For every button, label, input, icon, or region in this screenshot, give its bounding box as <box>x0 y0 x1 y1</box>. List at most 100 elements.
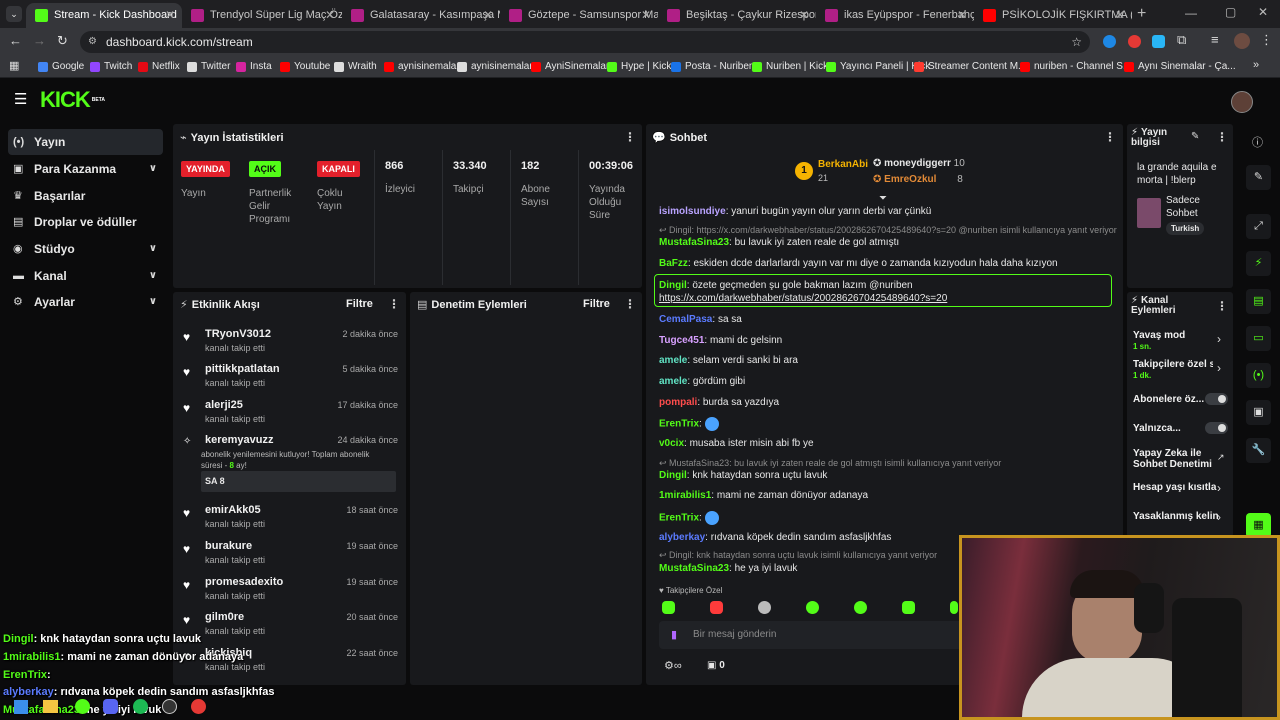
banned-words-setting[interactable]: Yasaklanmış kelin <box>1133 511 1219 522</box>
tab-besiktas[interactable]: Beşiktaş - Çaykur Rizespor Maç Özeti✕ <box>658 3 816 28</box>
slow-mode-setting[interactable]: Yavaş mod <box>1133 330 1185 341</box>
new-tab-button[interactable]: + <box>1137 5 1146 23</box>
chat-tool-button[interactable]: ▭ <box>1246 326 1271 351</box>
bookmark-item[interactable]: Twitch <box>90 59 132 75</box>
browser-menu-icon[interactable]: ⋮ <box>1260 32 1273 48</box>
bolt-tool-button[interactable]: ⚡ <box>1246 251 1271 276</box>
close-icon[interactable]: ✕ <box>1115 3 1125 28</box>
url-bar[interactable]: ⚙ dashboard.kick.com/stream ☆ <box>80 31 1090 53</box>
user-avatar[interactable] <box>1231 91 1253 113</box>
extension-icon[interactable] <box>1152 35 1165 48</box>
chat-username[interactable]: isimolsundiye <box>659 206 726 217</box>
bookmark-item[interactable]: Netflix <box>138 59 180 75</box>
sidebar-item-kanal[interactable]: ▬ Kanal ∨ <box>8 263 163 289</box>
activity-username[interactable]: burakure <box>205 540 252 552</box>
chat-message-input[interactable]: ▮ Bir mesaj gönderin <box>659 621 959 649</box>
close-icon[interactable]: ✕ <box>799 3 809 28</box>
chat-username[interactable]: pompali <box>659 397 697 408</box>
chat-message[interactable]: CemalPasa: sa sa <box>659 314 742 325</box>
close-icon[interactable]: ✕ <box>641 3 651 28</box>
activity-username[interactable]: promesadexito <box>205 576 283 588</box>
more-options-icon[interactable]: ⋮ <box>1104 130 1116 144</box>
bookmarks-overflow-icon[interactable]: » <box>1253 59 1259 71</box>
category-name[interactable]: Sadece Sohbet <box>1166 194 1226 220</box>
chat-username[interactable]: Tugce451 <box>659 335 704 346</box>
bookmark-item[interactable]: Posta - Nuriben <box>671 59 754 75</box>
chat-username[interactable]: alyberkay <box>659 532 705 543</box>
chat-message[interactable]: v0cix: musaba ister misin abi fb ye <box>659 438 814 449</box>
kick-logo[interactable]: KICK BETA <box>40 89 105 111</box>
emote-icon[interactable] <box>710 601 723 614</box>
chat-message[interactable]: ErenTrix: <box>659 417 719 431</box>
chat-username[interactable]: 1mirabilis1 <box>659 490 711 501</box>
external-link-icon[interactable]: ↗ <box>1217 452 1225 463</box>
edit-icon[interactable]: ✎ <box>1191 131 1199 142</box>
activity-username[interactable]: pittikkpatlatan <box>205 363 280 375</box>
windows-start-icon[interactable] <box>14 700 28 714</box>
chat-message[interactable]: BaFzz: eskiden dcde darlarlardı yayın va… <box>659 258 1058 269</box>
tab-list-button[interactable]: ⌄ <box>6 6 22 22</box>
bookmark-item[interactable]: Streamer Content M... <box>914 59 1026 75</box>
top-gifter-second-name[interactable]: ✪ moneydiggerr 10 <box>873 158 965 169</box>
explorer-taskbar-icon[interactable] <box>43 700 58 713</box>
emote-icon[interactable] <box>854 601 867 614</box>
minimize-button[interactable]: — <box>1185 6 1197 20</box>
emotes-only-toggle[interactable] <box>1205 422 1228 434</box>
discord-taskbar-icon[interactable] <box>103 699 118 714</box>
extensions-puzzle-icon[interactable]: ⧉ <box>1177 32 1186 48</box>
more-options-icon[interactable]: ⋮ <box>1216 130 1228 144</box>
chat-message[interactable]: pompali: burda sa yazdıya <box>659 397 779 408</box>
chat-message[interactable]: MustafaSina23: bu lavuk iyi zaten reale … <box>659 237 899 248</box>
chevron-right-icon[interactable]: › <box>1217 510 1221 524</box>
bookmark-item[interactable]: Hype | Kick <box>607 59 671 75</box>
chat-username[interactable]: v0cix <box>659 438 684 449</box>
bookmark-item[interactable]: Wraith <box>334 59 377 75</box>
extension-icon[interactable] <box>1128 35 1141 48</box>
chat-message[interactable]: Dingil: knk hataydan sonra uçtu lavuk <box>659 470 827 481</box>
reload-icon[interactable]: ↻ <box>57 33 68 49</box>
chat-username[interactable]: amele <box>659 376 687 387</box>
chat-username[interactable]: amele <box>659 355 687 366</box>
store-tool-button[interactable]: ▣ <box>1246 400 1271 425</box>
tab-trendyol[interactable]: Trendyol Süper Lig Maç Özetleri✕ <box>182 3 342 28</box>
bookmark-item[interactable]: Nuriben | Kick <box>752 59 828 75</box>
info-icon[interactable]: ⓘ <box>1252 134 1263 150</box>
followers-mode-setting[interactable]: Takipçilere özel s <box>1133 359 1213 370</box>
tab-kick-dashboard[interactable]: Stream - Kick Dashboard ✕ <box>26 3 182 28</box>
sidebar-item-droplar[interactable]: ▤ Droplar ve ödüller <box>8 209 163 235</box>
bookmark-item[interactable]: aynisinemalar <box>457 59 533 75</box>
tab-goztepe[interactable]: Göztepe - Samsunspor Maç Özeti✕ <box>500 3 658 28</box>
top-gifter-first-name[interactable]: BerkanAbi <box>818 159 868 170</box>
activity-username[interactable]: alerji25 <box>205 399 243 411</box>
activity-filter-button[interactable]: Filtre <box>346 298 373 310</box>
close-icon[interactable]: ✕ <box>483 3 493 28</box>
activity-username[interactable]: emirAkk05 <box>205 504 261 516</box>
notes-tool-button[interactable]: ▤ <box>1246 289 1271 314</box>
sidebar-item-studyo[interactable]: ◉ Stüdyo ∨ <box>8 236 163 262</box>
wrench-tool-button[interactable]: 🔧 <box>1246 438 1271 463</box>
microphone-icon[interactable]: ▮ <box>671 628 677 641</box>
bookmark-star-icon[interactable]: ☆ <box>1071 31 1082 53</box>
forward-icon[interactable]: → <box>33 33 46 48</box>
account-age-setting[interactable]: Hesap yaşı kısıtla <box>1133 482 1216 493</box>
more-options-icon[interactable]: ⋮ <box>624 297 636 311</box>
app-taskbar-icon[interactable] <box>75 699 90 714</box>
subscribers-only-toggle[interactable] <box>1205 393 1228 405</box>
chat-username[interactable]: Dingil <box>659 470 687 481</box>
emote-icon[interactable] <box>950 601 958 614</box>
bookmark-item[interactable]: nuriben - Channel S... <box>1020 59 1131 75</box>
back-icon[interactable]: ← <box>9 33 22 48</box>
window-close-button[interactable]: ✕ <box>1258 5 1268 19</box>
emotes-only-setting[interactable]: Yalnızca... <box>1133 423 1181 434</box>
bookmark-item[interactable]: aynisinemalar <box>384 59 460 75</box>
more-options-icon[interactable]: ⋮ <box>624 130 636 144</box>
bookmark-item[interactable]: Aynı Sinemalar - Ça... <box>1124 59 1236 75</box>
spotify-taskbar-icon[interactable] <box>133 699 148 714</box>
bookmark-item[interactable]: Insta <box>236 59 272 75</box>
broadcast-tool-button[interactable]: (•) <box>1246 363 1271 388</box>
moderation-filter-button[interactable]: Filtre <box>583 298 610 310</box>
media-icon[interactable]: ≡ <box>1211 32 1219 47</box>
bookmark-item[interactable]: AyniSinemalar <box>531 59 609 75</box>
chat-message[interactable]: alyberkay: rıdvana köpek dedin sandım as… <box>659 532 891 543</box>
close-icon[interactable]: ✕ <box>165 3 175 28</box>
